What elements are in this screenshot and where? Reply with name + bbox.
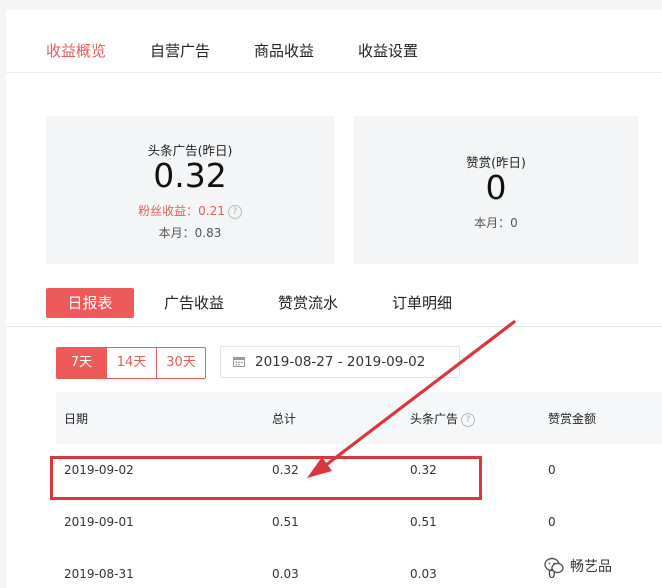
tab-earnings-settings[interactable]: 收益设置 <box>358 40 418 61</box>
question-circle-icon[interactable]: ? <box>227 205 242 219</box>
column-header-reward-amount: 赞赏金额 <box>548 412 597 426</box>
cell-reward-amount: 0 <box>548 515 556 529</box>
table-header: 日期 总计 头条广告? 赞赏金额 <box>56 392 662 444</box>
toutiao-ads-card: 头条广告(昨日) 0.32 粉丝收益：0.21? 本月：0.83 <box>46 116 334 264</box>
column-header-toutiao-ads: 头条广告? <box>410 410 476 427</box>
watermark: 畅艺品 <box>544 554 612 578</box>
tab-reward-flow[interactable]: 赞赏流水 <box>278 292 338 313</box>
table-row: 2019-09-01 0.51 0.51 0 <box>56 496 662 549</box>
watermark-text: 畅艺品 <box>570 559 612 575</box>
cell-toutiao-ads: 0.03 <box>410 567 437 581</box>
top-nav: 收益概览 自营广告 商品收益 收益设置 <box>6 10 662 73</box>
question-circle-icon[interactable]: ? <box>461 413 476 427</box>
range-7-days-button[interactable]: 7天 <box>57 348 107 378</box>
toutiao-month-total: 本月：0.83 <box>158 226 222 240</box>
cell-toutiao-ads: 0.32 <box>410 463 437 477</box>
column-header-total: 总计 <box>272 412 297 426</box>
column-header-date: 日期 <box>64 412 89 426</box>
cell-reward-amount: 0 <box>548 463 556 477</box>
cell-toutiao-ads: 0.51 <box>410 515 437 529</box>
reward-card: 赞赏(昨日) 0 本月：0 <box>354 116 638 264</box>
range-14-days-button[interactable]: 14天 <box>107 348 157 378</box>
reward-value: 0 <box>485 168 507 207</box>
cell-date: 2019-08-31 <box>64 567 134 581</box>
table-row: 2019-09-02 0.32 0.32 0 <box>56 444 662 497</box>
report-tabs: 日报表 广告收益 赞赏流水 订单明细 <box>6 284 662 327</box>
tab-own-ads[interactable]: 自营广告 <box>150 40 210 61</box>
toutiao-ads-value: 0.32 <box>153 156 227 195</box>
date-range-text: 2019-08-27 - 2019-09-02 <box>255 354 426 370</box>
range-selector: 7天 14天 30天 <box>56 347 206 379</box>
date-range-picker[interactable]: 2019-08-27 - 2019-09-02 <box>220 346 460 378</box>
tab-order-details[interactable]: 订单明细 <box>392 292 452 313</box>
wechat-icon <box>544 557 564 574</box>
content-panel: 收益概览 自营广告 商品收益 收益设置 头条广告(昨日) 0.32 粉丝收益：0… <box>6 10 662 588</box>
cell-total: 0.32 <box>272 463 299 477</box>
tab-daily-report[interactable]: 日报表 <box>46 288 134 318</box>
fans-earnings: 粉丝收益：0.21? <box>46 202 334 219</box>
tab-earnings-overview[interactable]: 收益概览 <box>46 40 106 61</box>
reward-month-total: 本月：0 <box>474 216 518 230</box>
cell-date: 2019-09-02 <box>64 463 134 477</box>
range-30-days-button[interactable]: 30天 <box>157 348 205 378</box>
tab-product-earnings[interactable]: 商品收益 <box>254 40 314 61</box>
fans-earnings-label: 粉丝收益：0.21 <box>138 204 225 218</box>
cell-date: 2019-09-01 <box>64 515 134 529</box>
column-header-toutiao-ads-label: 头条广告 <box>410 412 459 426</box>
tab-ad-earnings[interactable]: 广告收益 <box>164 292 224 313</box>
cell-total: 0.51 <box>272 515 299 529</box>
cell-total: 0.03 <box>272 567 299 581</box>
calendar-icon <box>233 357 245 367</box>
